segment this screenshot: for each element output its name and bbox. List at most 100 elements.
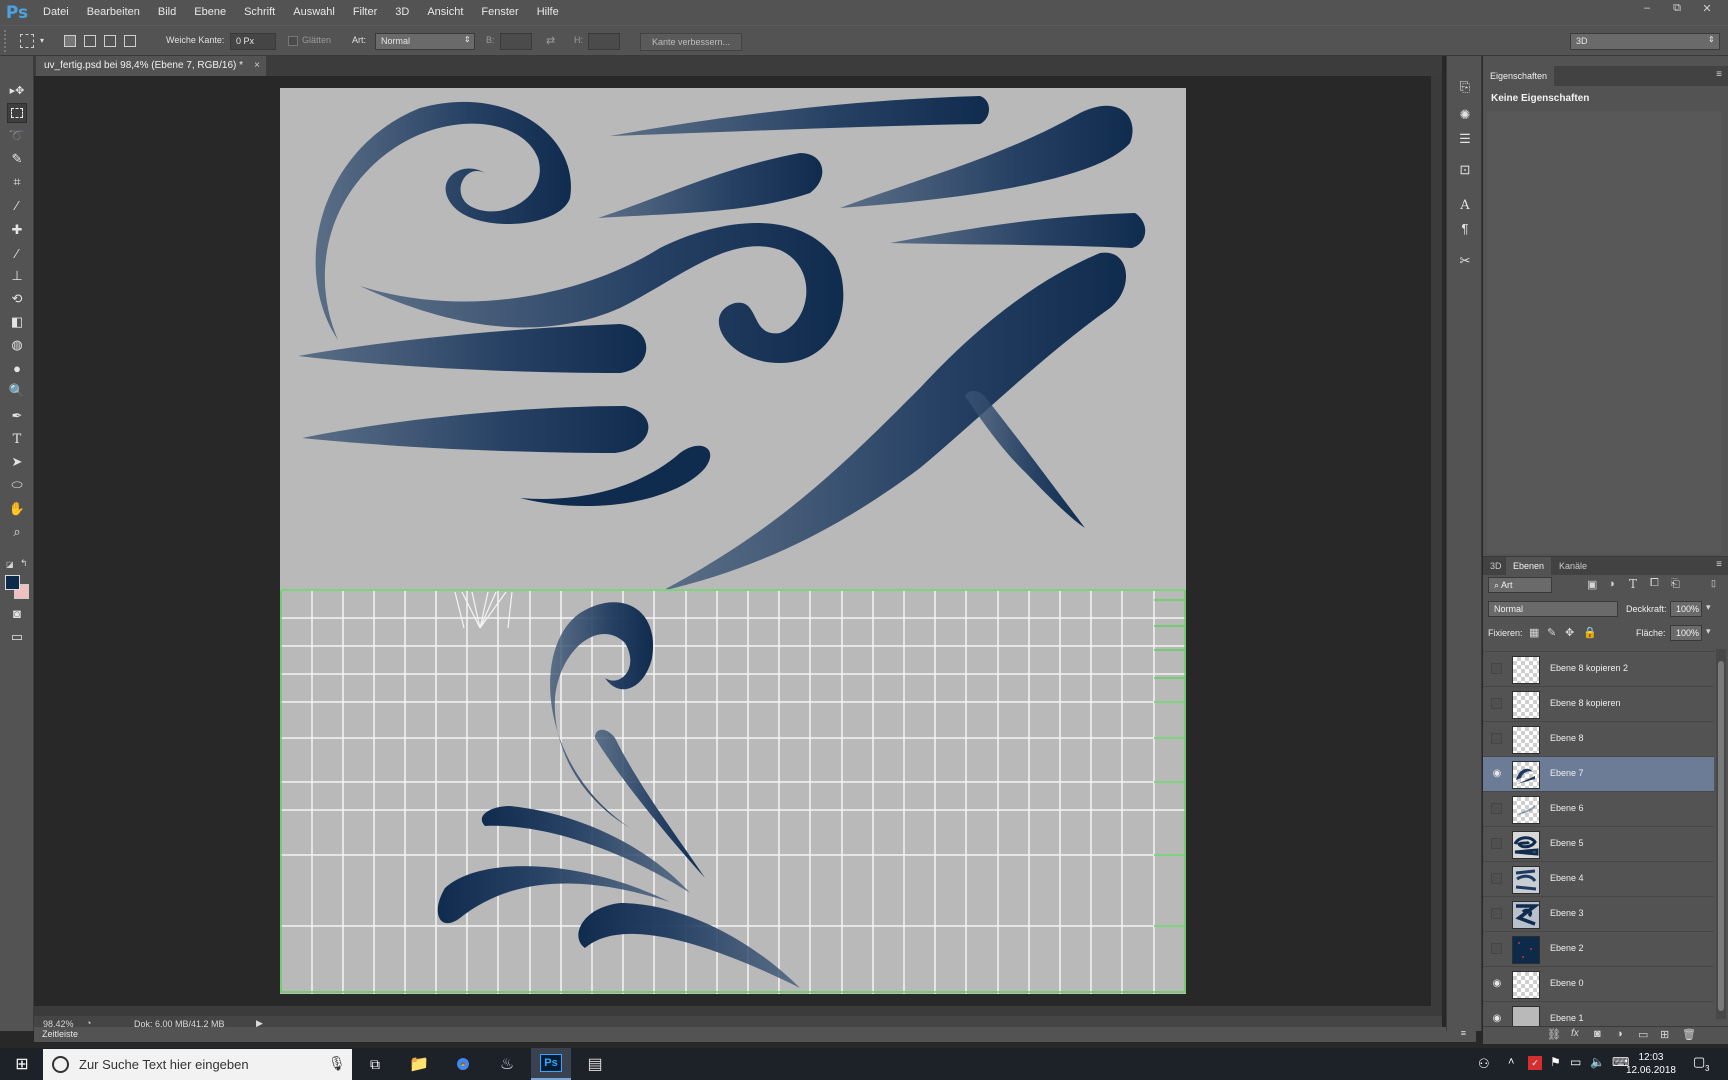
layer-row[interactable]: Ebene 6: [1483, 791, 1714, 826]
layers-scrollbar[interactable]: [1716, 649, 1726, 1019]
tab-properties[interactable]: Eigenschaften: [1483, 66, 1555, 86]
microphone-icon[interactable]: 🎙: [328, 1055, 346, 1072]
intersect-selection-icon[interactable]: [124, 35, 136, 47]
filter-toggle-icon[interactable]: ▯: [1711, 578, 1716, 589]
preset-dropdown-arrow-icon[interactable]: ▾: [40, 36, 44, 45]
brush-settings-icon[interactable]: ☰: [1456, 130, 1474, 148]
link-layers-icon[interactable]: ⛓: [1547, 1028, 1561, 1041]
clone-source-icon[interactable]: ⊡: [1456, 161, 1474, 179]
blur-tool-icon[interactable]: ●: [7, 358, 27, 378]
tray-expand-icon[interactable]: ˄: [1508, 1056, 1514, 1068]
clone-stamp-tool-icon[interactable]: ⊥: [7, 266, 27, 286]
layer-visibility-toggle[interactable]: [1491, 873, 1502, 884]
menu-bearbeiten[interactable]: Bearbeiten: [78, 0, 149, 25]
network-icon[interactable]: ▭: [1570, 1055, 1581, 1069]
layer-filter-select[interactable]: ⌕ Art: [1488, 577, 1552, 593]
lock-transparency-icon[interactable]: ▦: [1529, 626, 1539, 639]
lock-all-icon[interactable]: 🔒: [1583, 626, 1597, 639]
canvas-horizontal-scrollbar[interactable]: [34, 1006, 1442, 1016]
hand-tool-icon[interactable]: ✋: [7, 499, 27, 519]
tray-app-icon[interactable]: ⚑: [1550, 1055, 1561, 1069]
tab-3d[interactable]: 3D: [1483, 557, 1509, 575]
tool-presets-icon[interactable]: ✂: [1456, 252, 1474, 270]
move-tool-icon[interactable]: ▸✥: [7, 80, 27, 100]
document-tab[interactable]: uv_fertig.psd bei 98,4% (Ebene 7, RGB/16…: [36, 56, 266, 76]
fill-input[interactable]: 100%: [1670, 625, 1702, 641]
layer-visibility-toggle[interactable]: [1491, 803, 1502, 814]
tab-channels[interactable]: Kanäle: [1552, 557, 1594, 575]
quick-selection-tool-icon[interactable]: ✎: [7, 149, 27, 169]
blend-mode-select[interactable]: Normal: [1488, 601, 1618, 617]
zoom-tool-icon[interactable]: ⌕: [7, 522, 27, 542]
steam-icon[interactable]: ♨: [487, 1048, 527, 1080]
eraser-tool-icon[interactable]: ◧: [7, 312, 27, 332]
action-center-icon[interactable]: ▢: [1693, 1054, 1705, 1070]
antivirus-tray-icon[interactable]: ✓: [1528, 1056, 1542, 1070]
foreground-color-swatch[interactable]: [5, 575, 20, 590]
ellipse-tool-icon[interactable]: ⬭: [7, 475, 27, 495]
layer-visibility-toggle[interactable]: [1491, 663, 1502, 674]
path-selection-tool-icon[interactable]: ➤: [7, 452, 27, 472]
workspace-select[interactable]: 3D: [1570, 33, 1720, 50]
filter-type-icon[interactable]: T: [1629, 577, 1637, 591]
menu-auswahl[interactable]: Auswahl: [284, 0, 344, 25]
options-grip[interactable]: [4, 30, 10, 52]
pen-tool-icon[interactable]: ✒: [7, 406, 27, 426]
layer-visibility-toggle[interactable]: [1491, 908, 1502, 919]
filter-smartobject-icon[interactable]: ⎗: [1671, 578, 1680, 591]
eyedropper-tool-icon[interactable]: ⁄: [7, 195, 27, 215]
type-tool-icon[interactable]: T: [7, 429, 27, 449]
add-selection-icon[interactable]: [84, 35, 96, 47]
minimize-button[interactable]: –: [1634, 0, 1660, 16]
marquee-tool-preset-icon[interactable]: [20, 34, 34, 48]
filter-pixel-icon[interactable]: ▣: [1587, 578, 1597, 591]
close-document-icon[interactable]: ×: [254, 56, 260, 76]
tab-layers[interactable]: Ebenen: [1506, 557, 1552, 575]
layer-row[interactable]: Ebene 5: [1483, 826, 1714, 861]
people-icon[interactable]: ⚇: [1478, 1056, 1490, 1072]
menu-ansicht[interactable]: Ansicht: [418, 0, 472, 25]
style-select[interactable]: Normal: [375, 33, 475, 50]
chrome-icon[interactable]: [443, 1048, 483, 1080]
healing-brush-tool-icon[interactable]: ✚: [7, 220, 27, 240]
timeline-label[interactable]: Zeitleiste: [42, 1029, 78, 1039]
layer-row[interactable]: Ebene 3: [1483, 896, 1714, 931]
eye-icon[interactable]: ◉: [1491, 978, 1503, 990]
antialias-checkbox[interactable]: [288, 36, 298, 46]
layers-scroll-thumb[interactable]: [1718, 661, 1724, 1011]
history-brush-tool-icon[interactable]: ⟲: [7, 289, 27, 309]
menu-ebene[interactable]: Ebene: [185, 0, 235, 25]
task-view-icon[interactable]: ⧉: [355, 1048, 395, 1080]
eye-icon[interactable]: ◉: [1491, 1013, 1503, 1025]
restore-button[interactable]: ⧉: [1664, 0, 1690, 16]
subtract-selection-icon[interactable]: [104, 35, 116, 47]
lock-pixels-icon[interactable]: ✎: [1547, 626, 1556, 639]
paint-bucket-tool-icon[interactable]: ◍: [7, 335, 27, 355]
history-panel-icon[interactable]: ⎘: [1456, 78, 1474, 96]
lock-position-icon[interactable]: ✥: [1565, 626, 1574, 639]
canvas-workspace[interactable]: [34, 76, 1431, 1006]
taskbar-search-input[interactable]: Zur Suche Text hier eingeben: [43, 1049, 352, 1080]
layer-visibility-toggle[interactable]: [1491, 943, 1502, 954]
canvas-vertical-scrollbar[interactable]: [1431, 76, 1442, 1006]
filter-shape-icon[interactable]: ⧠: [1650, 577, 1659, 590]
character-panel-icon[interactable]: A: [1456, 196, 1474, 214]
brush-tool-icon[interactable]: ∕: [7, 243, 27, 263]
layer-row[interactable]: Ebene 8 kopieren: [1483, 686, 1714, 721]
fill-dropdown-icon[interactable]: ▾: [1706, 626, 1711, 637]
menu-fenster[interactable]: Fenster: [472, 0, 527, 25]
new-layer-icon[interactable]: ⊞: [1660, 1028, 1669, 1041]
opacity-input[interactable]: 100%: [1670, 601, 1702, 617]
photoshop-taskbar-icon[interactable]: Ps: [531, 1048, 571, 1080]
opacity-dropdown-icon[interactable]: ▾: [1706, 602, 1711, 613]
layer-visibility-toggle[interactable]: [1491, 733, 1502, 744]
windows-start-icon[interactable]: ⊞: [2, 1048, 42, 1080]
layer-row[interactable]: Ebene 4: [1483, 861, 1714, 896]
width-input[interactable]: [500, 33, 532, 50]
crop-tool-icon[interactable]: ⌗: [7, 172, 27, 192]
refine-edge-button[interactable]: Kante verbessern...: [640, 33, 742, 51]
quick-mask-icon[interactable]: ◙: [7, 603, 27, 623]
dodge-tool-icon[interactable]: 🔍: [7, 381, 27, 401]
adjustment-layer-icon[interactable]: ◑: [1616, 1028, 1623, 1040]
eye-icon[interactable]: ◉: [1491, 768, 1503, 780]
